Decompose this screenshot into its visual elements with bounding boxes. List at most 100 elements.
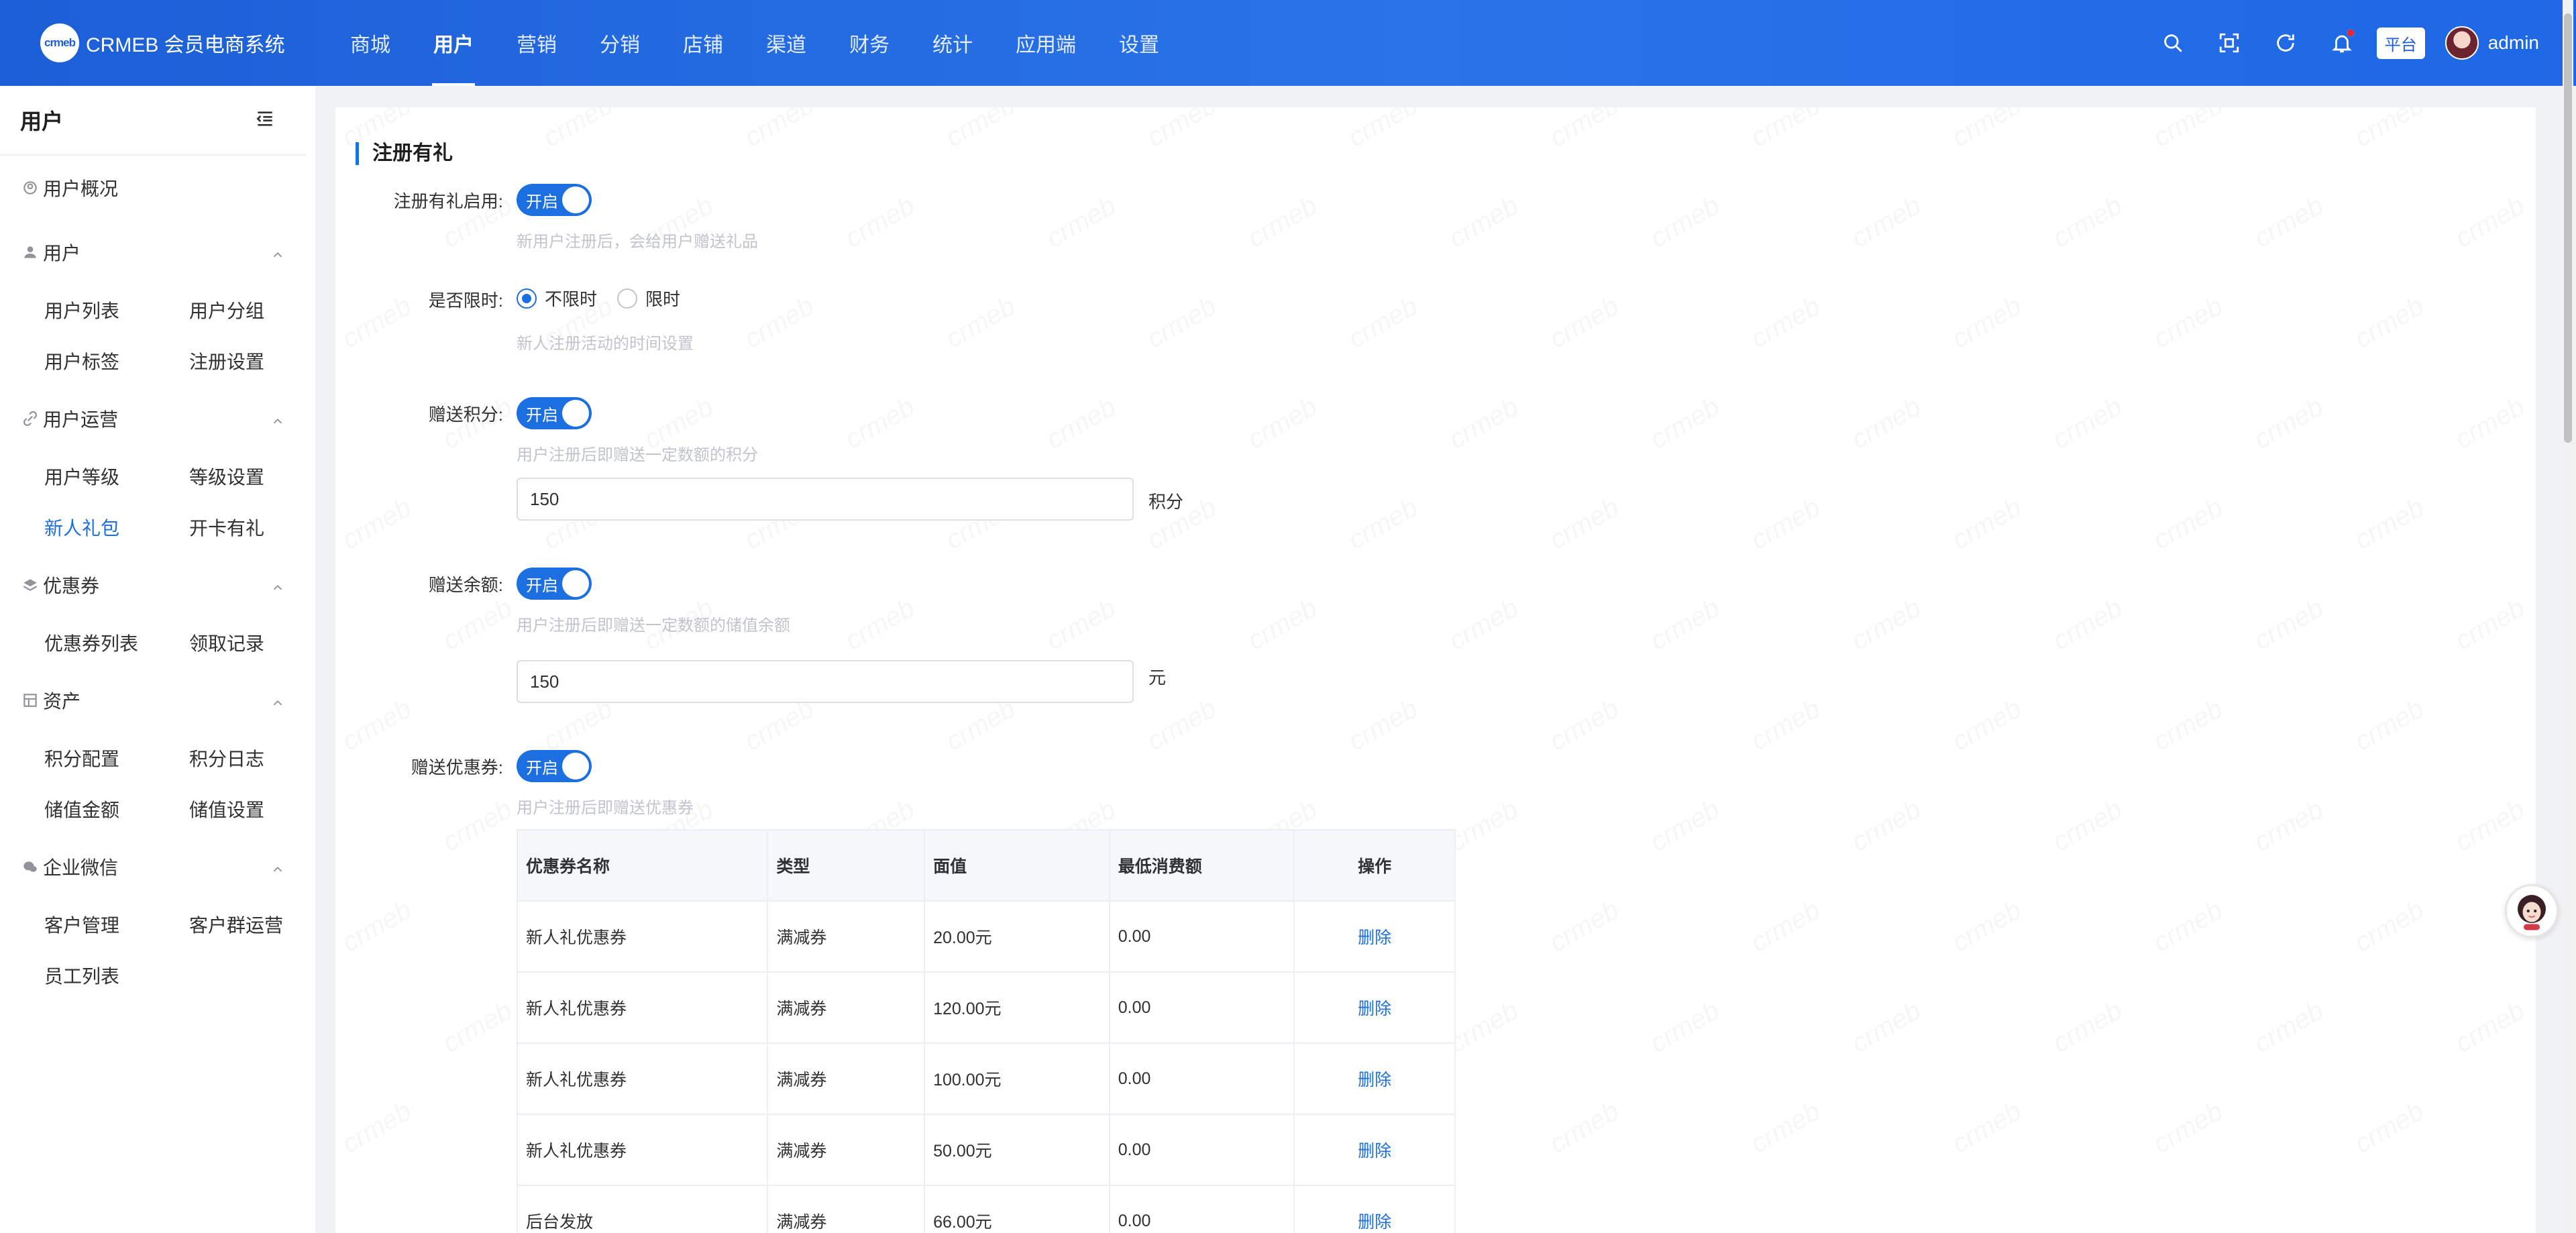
nav-item-3[interactable]: 分销 — [578, 0, 661, 86]
sidebar-item[interactable]: 新人礼包 — [44, 502, 189, 553]
sidebar-item[interactable]: 注册设置 — [189, 335, 334, 386]
sidebar-item[interactable]: 员工列表 — [44, 950, 189, 1001]
watermark-text: crmeb — [941, 291, 1020, 354]
nav-item-6[interactable]: 财务 — [828, 0, 911, 86]
watermark-text: crmeb — [1947, 291, 2027, 354]
search-icon[interactable] — [2158, 28, 2188, 58]
sidebar-group-head-2[interactable]: 优惠券 — [21, 553, 315, 617]
bell-icon[interactable] — [2327, 28, 2357, 58]
sidebar-item[interactable]: 等级设置 — [189, 451, 334, 502]
watermark-text: crmeb — [337, 895, 417, 958]
nav-item-8[interactable]: 应用端 — [994, 0, 1097, 86]
user-icon — [21, 244, 39, 261]
enable-switch[interactable]: 开启 — [517, 184, 592, 216]
platform-badge[interactable]: 平台 — [2376, 27, 2425, 59]
watermark-text: crmeb — [539, 107, 618, 153]
col-header-type: 类型 — [767, 829, 926, 902]
sidebar-item[interactable]: 客户管理 — [44, 899, 189, 950]
sidebar-group-head-3[interactable]: 资产 — [21, 668, 315, 733]
sidebar-item[interactable]: 积分配置 — [44, 733, 189, 784]
sidebar-item[interactable]: 用户等级 — [44, 451, 189, 502]
sidebar-item-overview[interactable]: 用户概况 — [21, 156, 315, 220]
chevron-up-icon — [270, 694, 285, 715]
switch-text: 开启 — [526, 759, 558, 778]
balance-label: 赠送余额: — [428, 575, 503, 595]
sidebar-group-head-1[interactable]: 用户运营 — [21, 386, 315, 451]
nav-item-1[interactable]: 用户 — [412, 0, 495, 86]
radio-label: 不限时 — [545, 289, 598, 309]
watermark-text: crmeb — [1947, 895, 2027, 958]
watermark-text: crmeb — [2350, 895, 2429, 958]
watermark-text: crmeb — [941, 107, 1020, 153]
scrollbar-thumb[interactable] — [2564, 13, 2572, 443]
cell-min: 0.00 — [1108, 1042, 1295, 1115]
nav-item-9[interactable]: 设置 — [1097, 0, 1181, 86]
refresh-icon[interactable] — [2271, 28, 2300, 58]
cell-type: 满减券 — [767, 971, 926, 1044]
sidebar-item[interactable]: 用户列表 — [44, 284, 189, 335]
sidebar-item[interactable]: 储值金额 — [44, 784, 189, 835]
nav-item-4[interactable]: 店铺 — [661, 0, 745, 86]
nav-item-7[interactable]: 统计 — [911, 0, 994, 86]
watermark-text: crmeb — [2149, 107, 2228, 153]
top-right-tools: 平台 admin — [2131, 0, 2539, 86]
points-input[interactable] — [517, 478, 1134, 521]
section-title: 注册有礼 — [356, 142, 453, 165]
coupon-switch[interactable]: 开启 — [517, 750, 592, 782]
watermark-text: crmeb — [1746, 107, 1825, 153]
customer-service-icon[interactable] — [2505, 884, 2559, 938]
menu-collapse-icon[interactable] — [254, 108, 276, 133]
cell-min: 0.00 — [1108, 971, 1295, 1044]
table-header-row: 优惠券名称 类型 面值 最低消费额 操作 — [516, 829, 1456, 902]
sidebar-sub-list: 优惠券列表 领取记录 — [21, 617, 315, 668]
username[interactable]: admin — [2488, 32, 2539, 54]
radio-limited[interactable]: 限时 — [617, 286, 680, 311]
watermark-text: crmeb — [539, 694, 618, 757]
radio-unlimited[interactable]: 不限时 — [517, 286, 597, 311]
app-logo[interactable]: crmeb CRMEB 会员电商系统 — [40, 23, 295, 62]
radio-circle — [617, 288, 638, 309]
sidebar-item[interactable]: 领取记录 — [189, 617, 334, 668]
sidebar-item[interactable]: 储值设置 — [189, 784, 334, 835]
switch-text: 开启 — [526, 193, 558, 211]
watermark-text: crmeb — [1142, 107, 1222, 153]
nav-item-2[interactable]: 营销 — [495, 0, 578, 86]
delete-link[interactable]: 删除 — [1358, 1071, 1391, 1089]
main-content: crmeb crmeb crmeb crmeb crmeb crmeb crmeb crmeb… — [335, 107, 2536, 1233]
nav-item-5[interactable]: 渠道 — [745, 0, 828, 86]
delete-link[interactable]: 删除 — [1358, 928, 1391, 947]
sidebar-item[interactable]: 积分日志 — [189, 733, 334, 784]
app-name: CRMEB 会员电商系统 — [86, 34, 285, 56]
switch-text: 开启 — [526, 406, 558, 425]
sidebar-sub-list: 用户列表 用户分组 用户标签 注册设置 — [21, 284, 315, 386]
delete-link[interactable]: 删除 — [1358, 1000, 1391, 1018]
balance-switch[interactable]: 开启 — [517, 568, 592, 600]
watermark-text: crmeb — [1545, 895, 1624, 958]
sidebar-item[interactable]: 用户标签 — [44, 335, 189, 386]
delete-link[interactable]: 删除 — [1358, 1213, 1391, 1232]
page-scrollbar[interactable] — [2563, 0, 2573, 1233]
sidebar-item[interactable]: 客户群运营 — [189, 899, 334, 950]
watermark-text: crmeb — [2249, 392, 2328, 455]
watermark-text: crmeb — [438, 996, 517, 1059]
sidebar-item[interactable]: 用户分组 — [189, 284, 334, 335]
watermark-text: crmeb — [2451, 191, 2530, 254]
watermark-text: crmeb — [2350, 694, 2429, 757]
fullscreen-icon[interactable] — [2214, 28, 2244, 58]
points-switch[interactable]: 开启 — [517, 397, 592, 429]
sidebar-group-head-4[interactable]: 企业微信 — [21, 835, 315, 899]
sidebar-item[interactable]: 优惠券列表 — [44, 617, 189, 668]
watermark-text: crmeb — [1746, 291, 1825, 354]
nav-item-0[interactable]: 商城 — [329, 0, 412, 86]
sidebar-item[interactable]: 开卡有礼 — [189, 502, 334, 553]
watermark-text: crmeb — [841, 191, 920, 254]
table-row: 新人礼优惠券 满减券 20.00元 0.00 删除 — [516, 900, 1456, 973]
user-avatar[interactable] — [2445, 26, 2479, 60]
sidebar-group-head-0[interactable]: 用户 — [21, 220, 315, 284]
overview-icon — [21, 179, 39, 197]
points-unit: 积分 — [1148, 492, 1184, 512]
balance-input[interactable] — [517, 660, 1134, 703]
delete-link[interactable]: 删除 — [1358, 1142, 1391, 1161]
cell-action: 删除 — [1293, 1042, 1456, 1115]
watermark-text: crmeb — [2149, 492, 2228, 555]
